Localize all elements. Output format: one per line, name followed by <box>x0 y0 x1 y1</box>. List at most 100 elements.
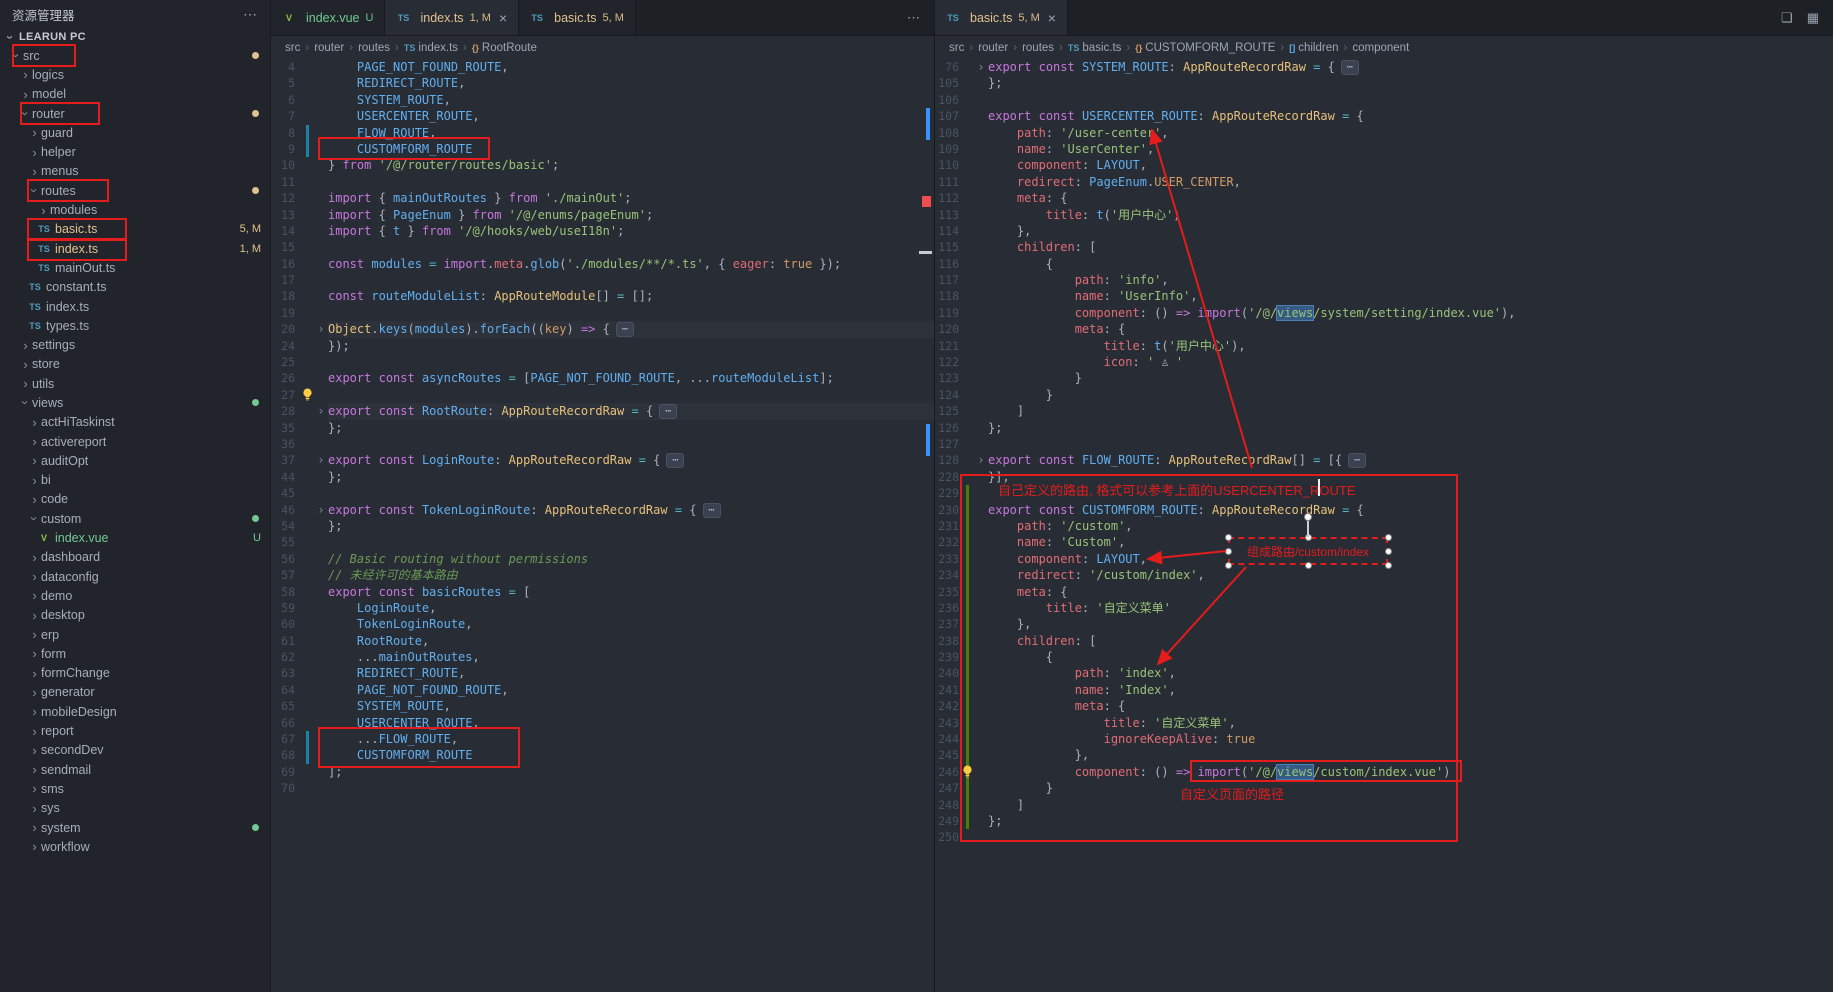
right-line-106[interactable]: 106 <box>935 92 1833 108</box>
right-line-123[interactable]: 123 } <box>935 370 1833 386</box>
mid-line-4[interactable]: 4 PAGE_NOT_FOUND_ROUTE, <box>271 59 934 75</box>
tree-folder-sms[interactable]: ›sms <box>0 779 270 798</box>
right-line-237[interactable]: 237 }, <box>935 616 1833 632</box>
mid-line-5[interactable]: 5 REDIRECT_ROUTE, <box>271 75 934 91</box>
right-line-116[interactable]: 116 { <box>935 256 1833 272</box>
breadcrumb-RootRoute[interactable]: {}RootRoute <box>472 42 537 54</box>
breadcrumb-router[interactable]: router <box>314 42 344 54</box>
mid-line-36[interactable]: 36 <box>271 436 934 452</box>
breadcrumb-routes[interactable]: routes <box>1022 42 1054 54</box>
mid-line-54[interactable]: 54}; <box>271 518 934 534</box>
right-line-228[interactable]: 228}]; <box>935 469 1833 485</box>
mid-line-59[interactable]: 59 LoginRoute, <box>271 600 934 616</box>
tree-folder-system[interactable]: ›system <box>0 818 270 837</box>
right-line-120[interactable]: 120 meta: { <box>935 321 1833 337</box>
breadcrumb-src[interactable]: src <box>285 42 300 54</box>
tree-folder-guard[interactable]: ›guard <box>0 123 270 142</box>
tree-folder-formChange[interactable]: ›formChange <box>0 664 270 683</box>
mid-line-69[interactable]: 69]; <box>271 764 934 780</box>
tree-folder-bi[interactable]: ›bi <box>0 471 270 490</box>
tree-folder-code[interactable]: ›code <box>0 490 270 509</box>
mid-line-8[interactable]: 8 FLOW_ROUTE, <box>271 125 934 141</box>
right-line-240[interactable]: 240 path: 'index', <box>935 665 1833 681</box>
mid-line-6[interactable]: 6 SYSTEM_ROUTE, <box>271 92 934 108</box>
tab-basic.ts[interactable]: TSbasic.ts5, M <box>519 0 636 35</box>
code-editor-right[interactable]: 76›export const SYSTEM_ROUTE: AppRouteRe… <box>935 59 1833 992</box>
right-line-114[interactable]: 114 }, <box>935 223 1833 239</box>
right-line-128[interactable]: 128›export const FLOW_ROUTE: AppRouteRec… <box>935 452 1833 468</box>
breadcrumb-component[interactable]: component <box>1352 42 1409 54</box>
tree-folder-router[interactable]: ›router <box>0 104 270 123</box>
right-line-109[interactable]: 109 name: 'UserCenter', <box>935 141 1833 157</box>
mid-line-20[interactable]: 20›Object.keys(modules).forEach((key) =>… <box>271 321 934 337</box>
mid-line-19[interactable]: 19 <box>271 305 934 321</box>
breadcrumb-router[interactable]: router <box>978 42 1008 54</box>
right-line-126[interactable]: 126}; <box>935 420 1833 436</box>
mid-line-68[interactable]: 68 CUSTOMFORM_ROUTE <box>271 747 934 763</box>
right-line-238[interactable]: 238 children: [ <box>935 633 1833 649</box>
mid-line-12[interactable]: 12import { mainOutRoutes } from './mainO… <box>271 190 934 206</box>
tree-file-index.ts[interactable]: TSindex.ts <box>0 297 270 316</box>
tree-folder-actHiTaskinst[interactable]: ›actHiTaskinst <box>0 413 270 432</box>
layout-icon[interactable]: ▦ <box>1807 10 1819 26</box>
tree-folder-src[interactable]: ›src <box>0 46 270 65</box>
tree-folder-helper[interactable]: ›helper <box>0 142 270 161</box>
right-line-244[interactable]: 244 ignoreKeepAlive: true <box>935 731 1833 747</box>
right-line-115[interactable]: 115 children: [ <box>935 239 1833 255</box>
right-line-232[interactable]: 232 name: 'Custom', <box>935 534 1833 550</box>
fold-chevron-icon[interactable]: › <box>314 452 328 468</box>
fold-chevron-icon[interactable]: › <box>314 403 328 419</box>
fold-chevron-icon[interactable]: › <box>974 59 988 75</box>
right-line-108[interactable]: 108 path: '/user-center', <box>935 125 1833 141</box>
workspace-section-header[interactable]: › LEARUN PC <box>0 28 270 46</box>
right-line-118[interactable]: 118 name: 'UserInfo', <box>935 288 1833 304</box>
tree-folder-views[interactable]: ›views <box>0 393 270 412</box>
right-line-246[interactable]: 246 component: () => import('/@/views/cu… <box>935 764 1833 780</box>
tree-folder-routes[interactable]: ›routes <box>0 181 270 200</box>
tree-file-index.ts[interactable]: TSindex.ts1, M <box>0 239 270 258</box>
tree-folder-modules[interactable]: ›modules <box>0 200 270 219</box>
right-line-117[interactable]: 117 path: 'info', <box>935 272 1833 288</box>
right-line-247[interactable]: 247 } <box>935 780 1833 796</box>
right-line-233[interactable]: 233 component: LAYOUT, <box>935 551 1833 567</box>
more-actions-icon[interactable]: ⋯ <box>243 6 258 23</box>
mid-line-60[interactable]: 60 TokenLoginRoute, <box>271 616 934 632</box>
tree-file-basic.ts[interactable]: TSbasic.ts5, M <box>0 220 270 239</box>
right-line-250[interactable]: 250 <box>935 829 1833 845</box>
mid-line-57[interactable]: 57// 未经许可的基本路由 <box>271 567 934 583</box>
mid-line-17[interactable]: 17 <box>271 272 934 288</box>
right-line-234[interactable]: 234 redirect: '/custom/index', <box>935 567 1833 583</box>
right-line-121[interactable]: 121 title: t('用户中心'), <box>935 338 1833 354</box>
tree-folder-demo[interactable]: ›demo <box>0 586 270 605</box>
tree-folder-menus[interactable]: ›menus <box>0 162 270 181</box>
mid-line-66[interactable]: 66 USERCENTER_ROUTE, <box>271 715 934 731</box>
tab-basic.ts[interactable]: TSbasic.ts5, M× <box>935 0 1068 35</box>
breadcrumb-routes[interactable]: routes <box>358 42 390 54</box>
mid-line-18[interactable]: 18const routeModuleList: AppRouteModule[… <box>271 288 934 304</box>
right-line-127[interactable]: 127 <box>935 436 1833 452</box>
tree-file-constant.ts[interactable]: TSconstant.ts <box>0 278 270 297</box>
close-icon[interactable]: × <box>499 10 507 26</box>
right-line-242[interactable]: 242 meta: { <box>935 698 1833 714</box>
right-line-122[interactable]: 122 icon: ' ♙ ' <box>935 354 1833 370</box>
mid-line-15[interactable]: 15 <box>271 239 934 255</box>
tree-folder-model[interactable]: ›model <box>0 85 270 104</box>
mid-line-46[interactable]: 46›export const TokenLoginRoute: AppRout… <box>271 502 934 518</box>
tree-folder-form[interactable]: ›form <box>0 644 270 663</box>
tree-file-mainOut.ts[interactable]: TSmainOut.ts <box>0 258 270 277</box>
mid-line-37[interactable]: 37›export const LoginRoute: AppRouteReco… <box>271 452 934 468</box>
fold-chevron-icon[interactable]: › <box>974 452 988 468</box>
right-line-107[interactable]: 107export const USERCENTER_ROUTE: AppRou… <box>935 108 1833 124</box>
mid-line-67[interactable]: 67 ...FLOW_ROUTE, <box>271 731 934 747</box>
mid-line-16[interactable]: 16const modules = import.meta.glob('./mo… <box>271 256 934 272</box>
mid-line-27[interactable]: 27 <box>271 387 934 403</box>
mid-line-26[interactable]: 26export const asyncRoutes = [PAGE_NOT_F… <box>271 370 934 386</box>
mid-line-13[interactable]: 13import { PageEnum } from '/@/enums/pag… <box>271 207 934 223</box>
tree-file-types.ts[interactable]: TStypes.ts <box>0 316 270 335</box>
right-line-124[interactable]: 124 } <box>935 387 1833 403</box>
mid-line-70[interactable]: 70 <box>271 780 934 796</box>
tree-folder-store[interactable]: ›store <box>0 355 270 374</box>
more-actions-icon[interactable]: ⋯ <box>907 10 920 26</box>
tree-folder-activereport[interactable]: ›activereport <box>0 432 270 451</box>
mid-line-56[interactable]: 56// Basic routing without permissions <box>271 551 934 567</box>
